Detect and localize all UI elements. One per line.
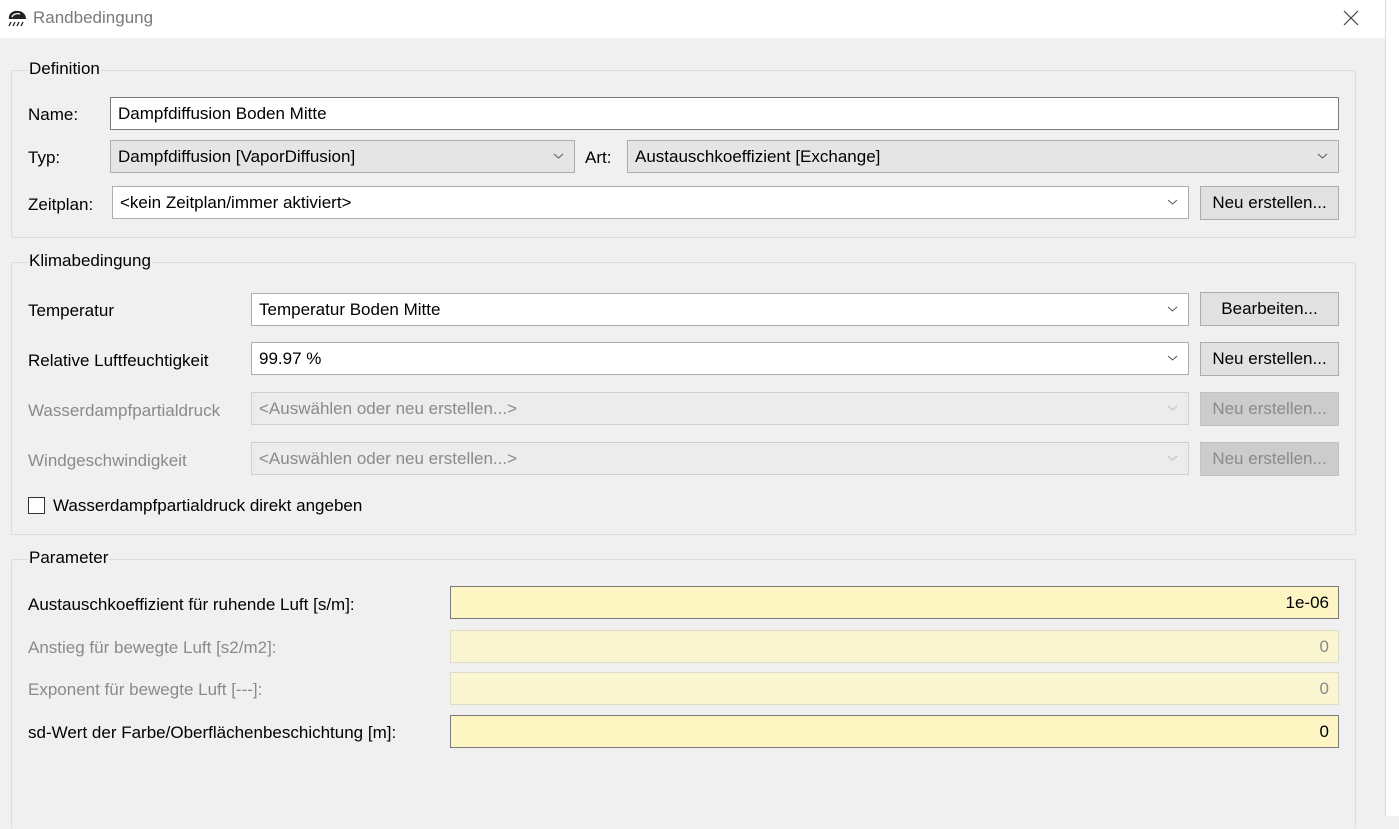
type-combobox[interactable]: Dampfdiffusion [VaporDiffusion] [110, 140, 575, 173]
wind-new-button[interactable]: Neu erstellen... [1200, 442, 1339, 476]
param-label-exchange-coefficient: Austauschkoeffizient für ruhende Luft [s… [28, 595, 355, 614]
chevron-down-icon [1167, 355, 1178, 361]
name-field[interactable]: Dampfdiffusion Boden Mitte [110, 97, 1339, 130]
vapor-pressure-new-button[interactable]: Neu erstellen... [1200, 392, 1339, 426]
humidity-new-button[interactable]: Neu erstellen... [1200, 342, 1339, 376]
param-label-sd-value: sd-Wert der Farbe/Oberflächenbeschichtun… [28, 723, 397, 742]
sd-value-field[interactable]: 0 [450, 715, 1339, 748]
type-label: Typ: [28, 148, 61, 167]
type-combobox-value: Dampfdiffusion [VaporDiffusion] [118, 147, 356, 166]
rain-cloud-icon [8, 10, 26, 27]
vapor-pressure-combobox[interactable]: <Auswählen oder neu erstellen...> [251, 392, 1189, 425]
chevron-down-icon [1167, 405, 1178, 411]
wind-combobox[interactable]: <Auswählen oder neu erstellen...> [251, 442, 1189, 475]
parameter-group-title: Parameter [28, 548, 110, 568]
window-edge [1385, 0, 1399, 816]
chevron-down-icon [1167, 199, 1178, 205]
window-title: Randbedingung [33, 8, 154, 27]
climate-row-label-vapor-pressure: Wasserdampfpartialdruck [28, 401, 221, 420]
definition-group-title: Definition [28, 59, 101, 79]
chevron-down-icon [553, 153, 564, 159]
exchange-coefficient-field[interactable]: 1e-06 [450, 586, 1339, 619]
exponent-field[interactable]: 0 [450, 672, 1339, 705]
wind-combobox-value: <Auswählen oder neu erstellen...> [259, 449, 518, 468]
humidity-combobox-value: 99.97 % [259, 349, 322, 368]
slope-field[interactable]: 0 [450, 630, 1339, 663]
temperature-combobox-value: Temperatur Boden Mitte [259, 300, 441, 319]
kind-label: Art: [585, 148, 612, 167]
param-label-exponent: Exponent für bewegte Luft [---]: [28, 680, 263, 699]
vapor-pressure-direct-checkbox[interactable] [28, 497, 45, 514]
vapor-pressure-direct-label[interactable]: Wasserdampfpartialdruck direkt angeben [53, 496, 362, 516]
climate-row-label-humidity: Relative Luftfeuchtigkeit [28, 351, 209, 370]
title-bar: Randbedingung [0, 0, 1385, 38]
schedule-combobox[interactable]: <kein Zeitplan/immer aktiviert> [112, 186, 1189, 219]
chevron-down-icon [1167, 306, 1178, 312]
schedule-combobox-value: <kein Zeitplan/immer aktiviert> [120, 193, 352, 212]
temperature-combobox[interactable]: Temperatur Boden Mitte [251, 293, 1189, 326]
temperature-edit-button[interactable]: Bearbeiten... [1200, 292, 1339, 326]
schedule-label: Zeitplan: [28, 195, 94, 214]
name-label: Name: [28, 105, 79, 124]
kind-combobox-value: Austauschkoeffizient [Exchange] [635, 147, 881, 166]
kind-combobox[interactable]: Austauschkoeffizient [Exchange] [627, 140, 1339, 173]
schedule-new-button[interactable]: Neu erstellen... [1200, 186, 1339, 220]
chevron-down-icon [1317, 153, 1328, 159]
close-icon[interactable] [1339, 6, 1363, 30]
climate-row-label-wind: Windgeschwindigkeit [28, 451, 187, 470]
chevron-down-icon [1167, 455, 1178, 461]
vapor-pressure-combobox-value: <Auswählen oder neu erstellen...> [259, 399, 518, 418]
climate-row-label-temperature: Temperatur [28, 301, 114, 320]
humidity-combobox[interactable]: 99.97 % [251, 342, 1189, 375]
param-label-slope: Anstieg für bewegte Luft [s2/m2]: [28, 638, 277, 657]
climate-group-title: Klimabedingung [28, 251, 152, 271]
